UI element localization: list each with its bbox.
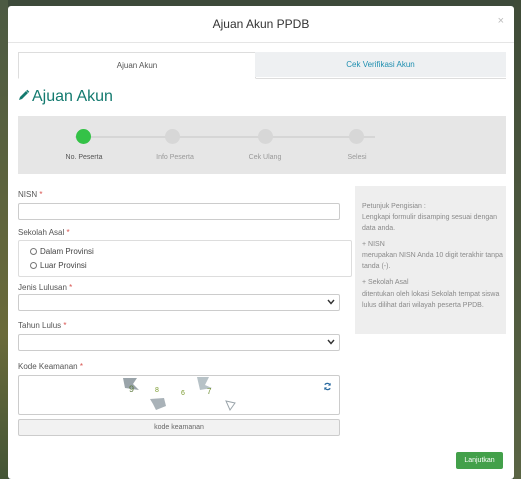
sekolah-asal-radio-group: Dalam Provinsi Luar Provinsi xyxy=(18,240,352,277)
modal-title: Ajuan Akun PPDB xyxy=(212,17,310,31)
captcha-graphic: 9 8 6 7 xyxy=(123,377,236,412)
step-label-info-peserta: Info Peserta xyxy=(156,154,194,161)
chevron-down-icon xyxy=(327,298,335,307)
help-sekolah-title: + Sekolah Asal xyxy=(362,279,409,286)
tab-ajuan-akun[interactable]: Ajuan Akun xyxy=(18,52,256,79)
help-title: Petunjuk Pengisian : xyxy=(362,203,426,210)
tahun-lulus-label: Tahun Lulus * xyxy=(18,321,67,330)
help-panel: Petunjuk Pengisian : Lengkapi formulir d… xyxy=(355,186,506,334)
kode-keamanan-label: Kode Keamanan * xyxy=(18,362,83,371)
kode-keamanan-input[interactable]: kode keamanan xyxy=(18,419,340,436)
page-title-text: Ajuan Akun xyxy=(32,88,113,105)
tab-cek-verifikasi-akun[interactable]: Cek Verifikasi Akun xyxy=(255,52,506,77)
captcha-char: 6 xyxy=(181,390,185,397)
tab-bar: Ajuan Akun Cek Verifikasi Akun xyxy=(18,52,506,79)
jenis-lulusan-label: Jenis Lulusan * xyxy=(18,283,72,292)
page-title: Ajuan Akun xyxy=(18,88,113,106)
page-backdrop-left xyxy=(0,0,8,479)
radio-dalam-provinsi-label: Dalam Provinsi xyxy=(40,247,94,256)
help-intro: Lengkapi formulir disamping sesuai denga… xyxy=(362,214,498,232)
help-sekolah-text: ditentukan oleh lokasi Sekolah tempat si… xyxy=(362,291,500,309)
step-dot-info-peserta xyxy=(165,129,180,144)
lanjutkan-button[interactable]: Lanjutkan xyxy=(456,452,503,469)
ajuan-akun-modal: Ajuan Akun PPDB × Ajuan Akun Cek Verifik… xyxy=(8,6,514,479)
nisn-label: NISN * xyxy=(18,190,42,199)
radio-circle[interactable] xyxy=(30,248,37,256)
close-icon[interactable]: × xyxy=(498,15,504,27)
step-dot-no-peserta xyxy=(76,129,91,144)
chevron-down-icon xyxy=(327,338,335,347)
captcha-char: 8 xyxy=(155,387,159,394)
jenis-lulusan-select[interactable] xyxy=(18,294,340,311)
step-label-cek-ulang: Cek Ulang xyxy=(248,154,282,161)
step-dot-selesi xyxy=(349,129,364,144)
kode-keamanan-label-text: Kode Keamanan xyxy=(18,362,78,371)
required-mark: * xyxy=(39,190,43,199)
captcha-char: 7 xyxy=(207,387,212,396)
required-mark: * xyxy=(69,283,73,292)
pencil-icon xyxy=(18,88,32,106)
step-label-selesi: Selesi xyxy=(347,154,367,161)
required-mark: * xyxy=(79,362,83,371)
required-mark: * xyxy=(63,321,67,330)
radio-dalam-provinsi[interactable]: Dalam Provinsi xyxy=(30,247,94,256)
progress-stepper: No. Peserta Info Peserta Cek Ulang Seles… xyxy=(18,116,506,174)
required-mark: * xyxy=(66,228,70,237)
captcha-image: 9 8 6 7 xyxy=(18,375,340,415)
jenis-lulusan-label-text: Jenis Lulusan xyxy=(18,283,67,292)
page-backdrop-right xyxy=(514,0,521,479)
radio-luar-provinsi[interactable]: Luar Provinsi xyxy=(30,261,87,270)
modal-header: Ajuan Akun PPDB × xyxy=(8,6,514,43)
nisn-label-text: NISN xyxy=(18,190,38,199)
tahun-lulus-select[interactable] xyxy=(18,334,340,351)
sekolah-asal-label: Sekolah Asal * xyxy=(18,228,70,237)
stepper-line xyxy=(75,136,375,138)
nisn-input[interactable] xyxy=(18,203,340,220)
captcha-char: 9 xyxy=(129,384,134,394)
step-dot-cek-ulang xyxy=(258,129,273,144)
tahun-lulus-label-text: Tahun Lulus xyxy=(18,321,62,330)
radio-luar-provinsi-label: Luar Provinsi xyxy=(40,261,87,270)
help-nisn-title: + NISN xyxy=(362,241,385,248)
step-label-no-peserta: No. Peserta xyxy=(65,154,103,161)
refresh-icon[interactable] xyxy=(323,382,332,394)
help-nisn-text: merupakan NISN Anda 10 digit terakhir ta… xyxy=(362,252,503,270)
radio-circle[interactable] xyxy=(30,262,37,270)
sekolah-asal-label-text: Sekolah Asal xyxy=(18,228,65,237)
